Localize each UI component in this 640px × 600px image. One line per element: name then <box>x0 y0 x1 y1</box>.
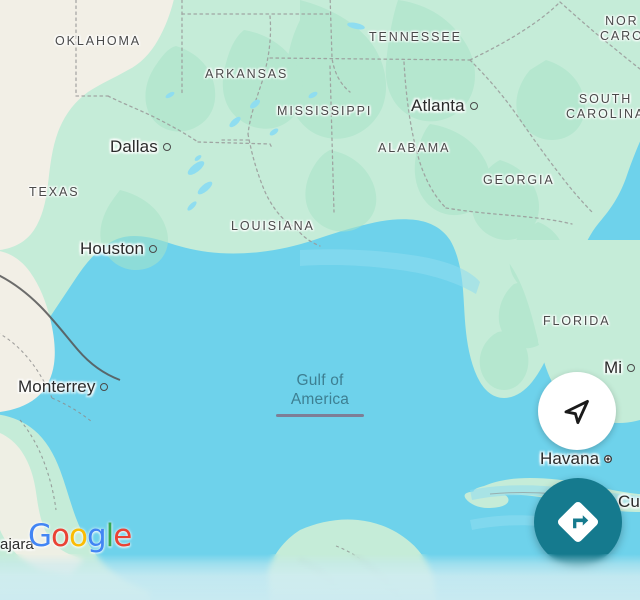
directions-diamond-icon <box>557 501 599 543</box>
directions-button[interactable] <box>534 478 622 566</box>
logo-letter-g1: G <box>28 518 52 554</box>
logo-letter-o1: o <box>51 518 70 554</box>
google-logo: Google <box>28 518 132 554</box>
google-maps-screen[interactable]: OKLAHOMA ARKANSAS TENNESSEE NOR CARO MIS… <box>0 0 640 600</box>
logo-letter-e: e <box>113 518 132 554</box>
navigation-arrow-icon <box>564 399 589 425</box>
logo-letter-g2: g <box>86 518 107 554</box>
my-location-button[interactable] <box>538 372 616 450</box>
logo-letter-o2: o <box>69 518 88 554</box>
